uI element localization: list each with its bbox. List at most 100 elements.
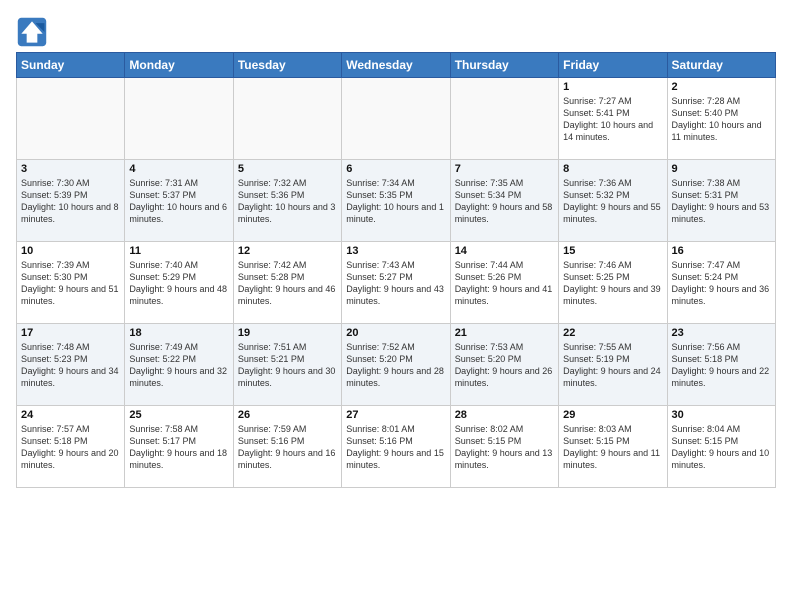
day-info-7: Sunrise: 7:35 AM Sunset: 5:34 PM Dayligh… [455,177,554,226]
page-container: SundayMondayTuesdayWednesdayThursdayFrid… [0,0,792,498]
day-info-30: Sunrise: 8:04 AM Sunset: 5:15 PM Dayligh… [672,423,771,472]
day-cell-9: 9 Sunrise: 7:38 AM Sunset: 5:31 PM Daylig… [667,160,775,242]
day-number-8: 8 [563,163,662,175]
empty-cell [17,78,125,160]
empty-cell [342,78,450,160]
day-number-12: 12 [238,245,337,257]
day-cell-17: 17 Sunrise: 7:48 AM Sunset: 5:23 PM Dayli… [17,324,125,406]
day-number-22: 22 [563,327,662,339]
day-number-5: 5 [238,163,337,175]
day-number-24: 24 [21,409,120,421]
day-cell-27: 27 Sunrise: 8:01 AM Sunset: 5:16 PM Dayli… [342,406,450,488]
day-cell-13: 13Sunrise: 7:43 AM Sunset: 5:27 PM Dayli… [342,242,450,324]
day-info-24: Sunrise: 7:57 AM Sunset: 5:18 PM Dayligh… [21,423,120,472]
logo-icon [16,16,48,48]
day-number-10: 10 [21,245,120,257]
day-cell-12: 12 Sunrise: 7:42 AM Sunset: 5:28 PM Dayli… [233,242,341,324]
day-info-4: Sunrise: 7:31 AM Sunset: 5:37 PM Dayligh… [129,177,228,226]
day-info-12: Sunrise: 7:42 AM Sunset: 5:28 PM Dayligh… [238,259,337,308]
day-number-29: 29 [563,409,662,421]
empty-cell [450,78,558,160]
day-info-16: Sunrise: 7:47 AM Sunset: 5:24 PM Dayligh… [672,259,771,308]
day-number-4: 4 [129,163,228,175]
day-number-2: 2 [672,81,771,93]
calendar-header: SundayMondayTuesdayWednesdayThursdayFrid… [17,53,776,78]
week-row-2: 3 Sunrise: 7:30 AM Sunset: 5:39 PM Daylig… [17,160,776,242]
day-cell-30: 30 Sunrise: 8:04 AM Sunset: 5:15 PM Dayli… [667,406,775,488]
day-number-28: 28 [455,409,554,421]
day-info-29: Sunrise: 8:03 AM Sunset: 5:15 PM Dayligh… [563,423,662,472]
empty-cell [233,78,341,160]
calendar: SundayMondayTuesdayWednesdayThursdayFrid… [16,52,776,488]
day-info-1: Sunrise: 7:27 AM Sunset: 5:41 PM Dayligh… [563,95,662,144]
day-cell-29: 29 Sunrise: 8:03 AM Sunset: 5:15 PM Dayli… [559,406,667,488]
weekday-header-wednesday: Wednesday [342,53,450,78]
week-row-4: 17 Sunrise: 7:48 AM Sunset: 5:23 PM Dayli… [17,324,776,406]
day-cell-22: 22 Sunrise: 7:55 AM Sunset: 5:19 PM Dayli… [559,324,667,406]
day-info-5: Sunrise: 7:32 AM Sunset: 5:36 PM Dayligh… [238,177,337,226]
week-row-3: 10 Sunrise: 7:39 AM Sunset: 5:30 PM Dayli… [17,242,776,324]
day-cell-3: 3 Sunrise: 7:30 AM Sunset: 5:39 PM Daylig… [17,160,125,242]
day-cell-8: 8 Sunrise: 7:36 AM Sunset: 5:32 PM Daylig… [559,160,667,242]
day-info-10: Sunrise: 7:39 AM Sunset: 5:30 PM Dayligh… [21,259,120,308]
day-cell-14: 14Sunrise: 7:44 AM Sunset: 5:26 PM Dayli… [450,242,558,324]
day-info-3: Sunrise: 7:30 AM Sunset: 5:39 PM Dayligh… [21,177,120,226]
weekday-header-sunday: Sunday [17,53,125,78]
day-info-28: Sunrise: 8:02 AM Sunset: 5:15 PM Dayligh… [455,423,554,472]
day-info-2: Sunrise: 7:28 AM Sunset: 5:40 PM Dayligh… [672,95,771,144]
day-info-27: Sunrise: 8:01 AM Sunset: 5:16 PM Dayligh… [346,423,445,472]
day-cell-5: 5 Sunrise: 7:32 AM Sunset: 5:36 PM Daylig… [233,160,341,242]
day-info-19: Sunrise: 7:51 AM Sunset: 5:21 PM Dayligh… [238,341,337,390]
day-number-19: 19 [238,327,337,339]
logo [16,16,52,48]
day-number-18: 18 [129,327,228,339]
day-info-18: Sunrise: 7:49 AM Sunset: 5:22 PM Dayligh… [129,341,228,390]
day-info-21: Sunrise: 7:53 AM Sunset: 5:20 PM Dayligh… [455,341,554,390]
day-cell-11: 11 Sunrise: 7:40 AM Sunset: 5:29 PM Dayli… [125,242,233,324]
weekday-header-saturday: Saturday [667,53,775,78]
weekday-row: SundayMondayTuesdayWednesdayThursdayFrid… [17,53,776,78]
day-cell-28: 28 Sunrise: 8:02 AM Sunset: 5:15 PM Dayli… [450,406,558,488]
day-info-20: Sunrise: 7:52 AM Sunset: 5:20 PM Dayligh… [346,341,445,390]
day-number-11: 11 [129,245,228,257]
calendar-body: 1Sunrise: 7:27 AM Sunset: 5:41 PM Daylig… [17,78,776,488]
day-cell-16: 16 Sunrise: 7:47 AM Sunset: 5:24 PM Dayli… [667,242,775,324]
weekday-header-thursday: Thursday [450,53,558,78]
day-cell-4: 4 Sunrise: 7:31 AM Sunset: 5:37 PM Daylig… [125,160,233,242]
day-cell-26: 26Sunrise: 7:59 AM Sunset: 5:16 PM Dayli… [233,406,341,488]
day-number-20: 20 [346,327,445,339]
day-number-3: 3 [21,163,120,175]
day-cell-1: 1Sunrise: 7:27 AM Sunset: 5:41 PM Daylig… [559,78,667,160]
day-info-13: Sunrise: 7:43 AM Sunset: 5:27 PM Dayligh… [346,259,445,308]
day-cell-10: 10 Sunrise: 7:39 AM Sunset: 5:30 PM Dayli… [17,242,125,324]
day-info-14: Sunrise: 7:44 AM Sunset: 5:26 PM Dayligh… [455,259,554,308]
day-cell-7: 7 Sunrise: 7:35 AM Sunset: 5:34 PM Daylig… [450,160,558,242]
day-info-6: Sunrise: 7:34 AM Sunset: 5:35 PM Dayligh… [346,177,445,226]
day-info-15: Sunrise: 7:46 AM Sunset: 5:25 PM Dayligh… [563,259,662,308]
day-cell-2: 2 Sunrise: 7:28 AM Sunset: 5:40 PM Daylig… [667,78,775,160]
day-cell-23: 23 Sunrise: 7:56 AM Sunset: 5:18 PM Dayli… [667,324,775,406]
day-number-9: 9 [672,163,771,175]
day-info-22: Sunrise: 7:55 AM Sunset: 5:19 PM Dayligh… [563,341,662,390]
day-number-23: 23 [672,327,771,339]
day-number-15: 15 [563,245,662,257]
day-number-16: 16 [672,245,771,257]
day-number-27: 27 [346,409,445,421]
day-info-23: Sunrise: 7:56 AM Sunset: 5:18 PM Dayligh… [672,341,771,390]
day-info-11: Sunrise: 7:40 AM Sunset: 5:29 PM Dayligh… [129,259,228,308]
day-cell-19: 19 Sunrise: 7:51 AM Sunset: 5:21 PM Dayli… [233,324,341,406]
day-info-9: Sunrise: 7:38 AM Sunset: 5:31 PM Dayligh… [672,177,771,226]
day-info-8: Sunrise: 7:36 AM Sunset: 5:32 PM Dayligh… [563,177,662,226]
week-row-1: 1Sunrise: 7:27 AM Sunset: 5:41 PM Daylig… [17,78,776,160]
day-number-7: 7 [455,163,554,175]
day-number-17: 17 [21,327,120,339]
day-cell-21: 21Sunrise: 7:53 AM Sunset: 5:20 PM Dayli… [450,324,558,406]
day-cell-6: 6Sunrise: 7:34 AM Sunset: 5:35 PM Daylig… [342,160,450,242]
day-info-25: Sunrise: 7:58 AM Sunset: 5:17 PM Dayligh… [129,423,228,472]
day-cell-24: 24 Sunrise: 7:57 AM Sunset: 5:18 PM Dayli… [17,406,125,488]
day-number-30: 30 [672,409,771,421]
day-cell-15: 15 Sunrise: 7:46 AM Sunset: 5:25 PM Dayli… [559,242,667,324]
day-cell-20: 20 Sunrise: 7:52 AM Sunset: 5:20 PM Dayli… [342,324,450,406]
weekday-header-friday: Friday [559,53,667,78]
day-info-17: Sunrise: 7:48 AM Sunset: 5:23 PM Dayligh… [21,341,120,390]
